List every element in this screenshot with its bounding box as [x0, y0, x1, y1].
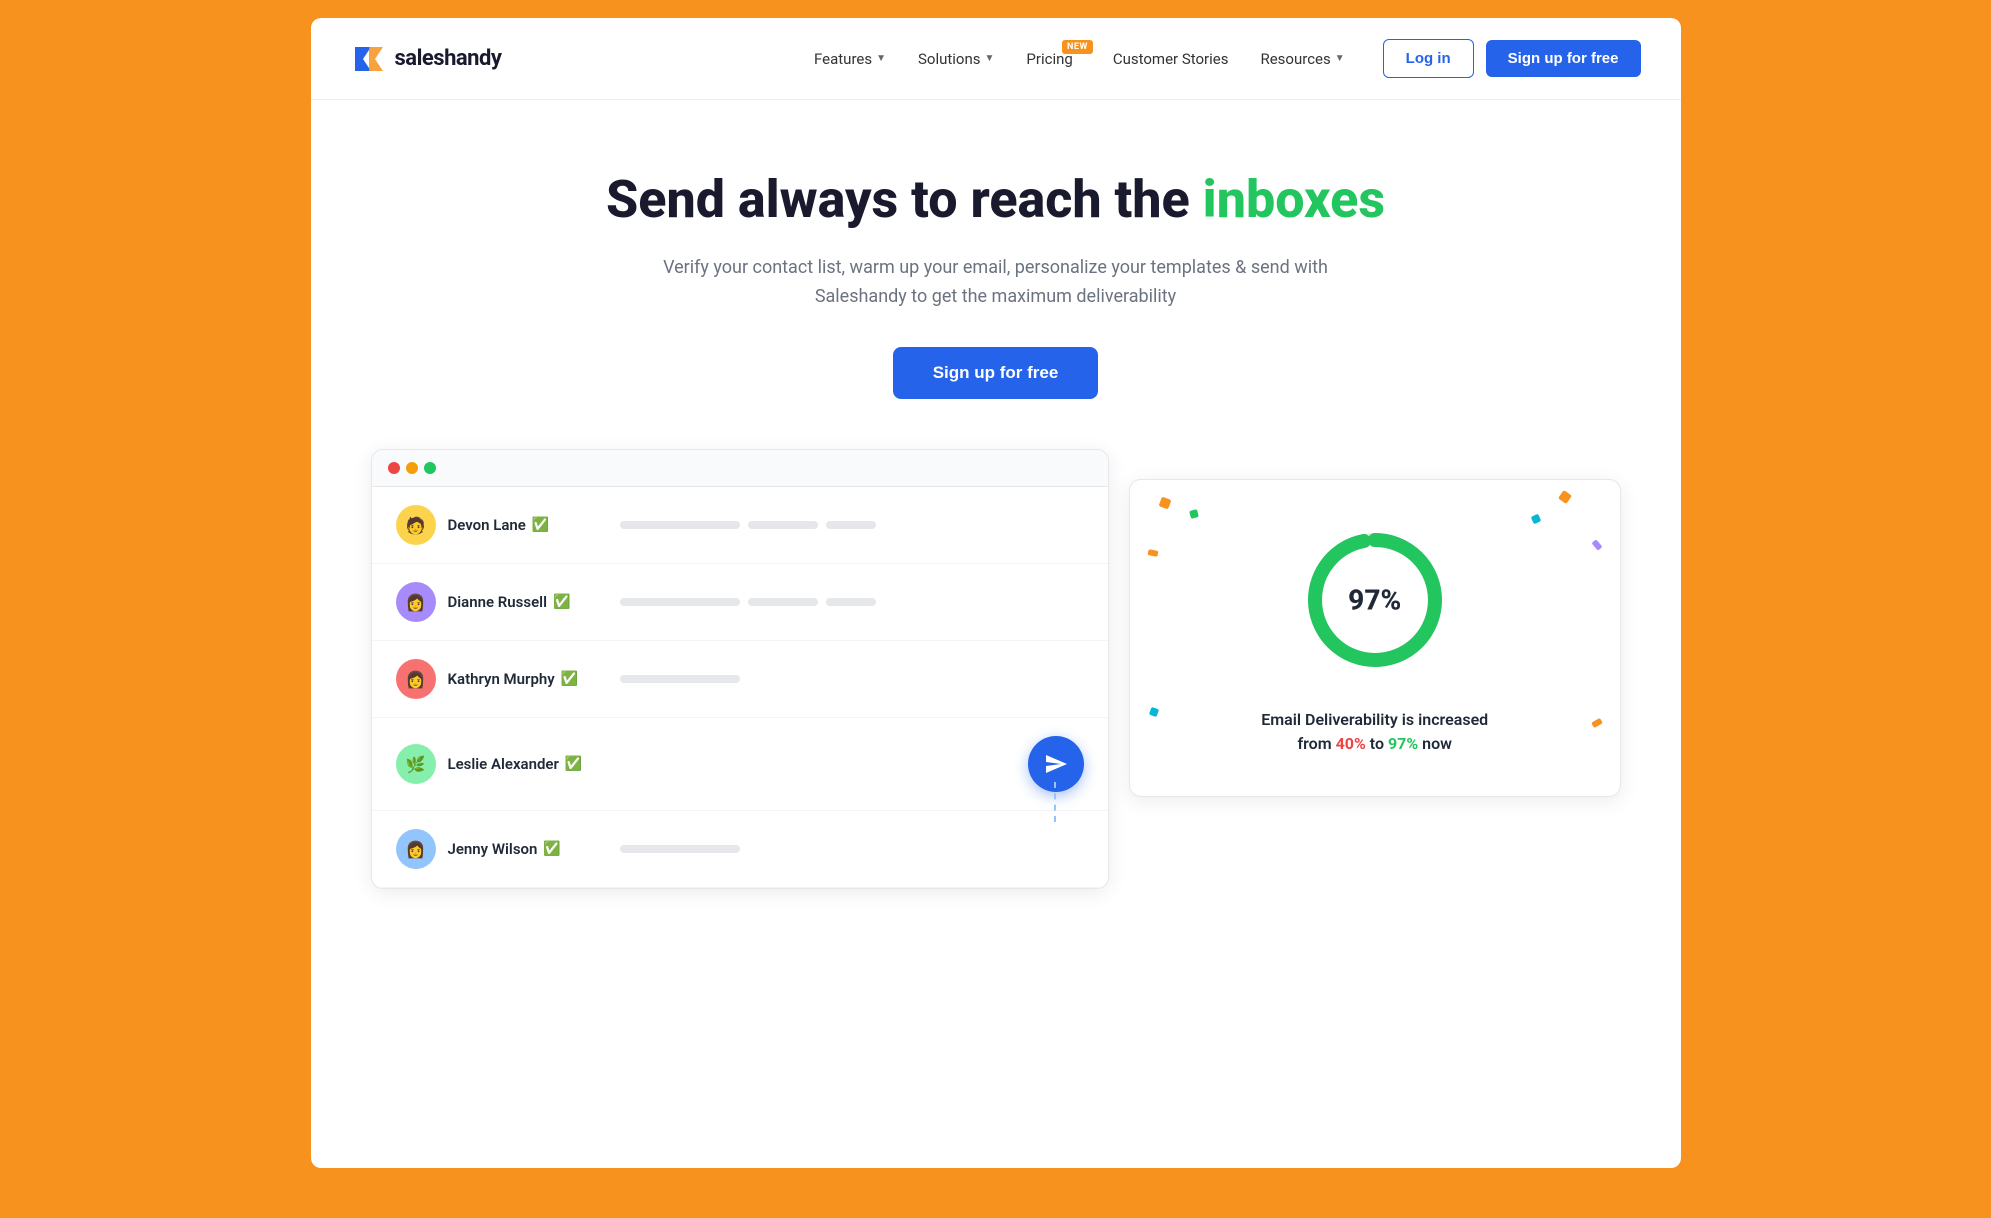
- avatar: 🧑: [396, 505, 436, 545]
- logo-text: saleshandy: [395, 46, 502, 71]
- hero-section: Send always to reach the inboxes Verify …: [311, 100, 1681, 449]
- hero-subtext: Verify your contact list, warm up your e…: [656, 254, 1336, 312]
- app-titlebar: [372, 450, 1108, 487]
- chevron-down-icon: ▼: [876, 53, 886, 64]
- titlebar-dot-red: [388, 462, 400, 474]
- to-percentage: 97%: [1388, 734, 1418, 753]
- donut-center-text: 97%: [1348, 584, 1401, 617]
- signup-button-hero[interactable]: Sign up for free: [893, 347, 1099, 399]
- verified-icon: ✅: [553, 594, 570, 610]
- contact-info-bars: [620, 521, 1084, 529]
- stats-card: 97% Email Deliverability is increased fr…: [1129, 479, 1621, 797]
- confetti: [1558, 490, 1572, 504]
- dashed-line: [1054, 782, 1056, 822]
- nav-item-features[interactable]: Features ▼: [800, 42, 900, 76]
- contact-name: Devon Lane ✅: [448, 516, 608, 534]
- logo-icon: [351, 41, 387, 77]
- nav-buttons: Log in Sign up for free: [1383, 39, 1641, 78]
- send-icon: [1044, 752, 1068, 776]
- verified-icon: ✅: [561, 671, 578, 687]
- info-bar: [748, 598, 818, 606]
- contact-name: Leslie Alexander ✅: [448, 755, 608, 773]
- contact-info-bars: [620, 736, 1084, 792]
- logo[interactable]: saleshandy: [351, 41, 502, 77]
- nav-item-solutions[interactable]: Solutions ▼: [904, 42, 1008, 76]
- avatar: 👩: [396, 829, 436, 869]
- nav-item-resources[interactable]: Resources ▼: [1246, 42, 1358, 76]
- send-fab-button[interactable]: [1028, 736, 1084, 792]
- info-bar: [620, 598, 740, 606]
- contact-row: 👩 Jenny Wilson ✅: [372, 811, 1108, 888]
- info-bar: [826, 598, 876, 606]
- contact-row: 🌿 Leslie Alexander ✅: [372, 718, 1108, 811]
- avatar: 👩: [396, 582, 436, 622]
- info-bar: [620, 521, 740, 529]
- stats-description: Email Deliverability is increased from 4…: [1261, 708, 1488, 756]
- titlebar-dot-yellow: [406, 462, 418, 474]
- confetti: [1149, 707, 1159, 717]
- new-badge: NEW: [1062, 40, 1093, 54]
- nav-item-pricing[interactable]: Pricing NEW: [1012, 42, 1094, 76]
- contact-info-bars: [620, 845, 1084, 853]
- verified-icon: ✅: [565, 756, 582, 772]
- info-bar: [620, 845, 740, 853]
- chevron-down-icon: ▼: [1335, 53, 1345, 64]
- contact-name: Jenny Wilson ✅: [448, 840, 608, 858]
- from-percentage: 40%: [1336, 734, 1366, 753]
- info-bar: [748, 521, 818, 529]
- login-button[interactable]: Log in: [1383, 39, 1474, 78]
- confetti: [1591, 540, 1602, 552]
- confetti: [1591, 718, 1603, 728]
- confetti: [1159, 497, 1172, 510]
- contact-info-bars: [620, 675, 1084, 683]
- signup-button-nav[interactable]: Sign up for free: [1486, 40, 1641, 77]
- page-wrapper: saleshandy Features ▼ Solutions ▼ Pricin…: [311, 18, 1681, 1168]
- avatar: 👩: [396, 659, 436, 699]
- confetti: [1189, 509, 1199, 519]
- navbar: saleshandy Features ▼ Solutions ▼ Pricin…: [311, 18, 1681, 100]
- avatar: 🌿: [396, 744, 436, 784]
- confetti: [1147, 550, 1158, 558]
- titlebar-dot-green: [424, 462, 436, 474]
- nav-item-customer-stories[interactable]: Customer Stories: [1099, 42, 1243, 76]
- contact-info-bars: [620, 598, 1084, 606]
- verified-icon: ✅: [543, 841, 560, 857]
- contact-row: 👩 Kathryn Murphy ✅: [372, 641, 1108, 718]
- donut-chart: 97%: [1295, 520, 1455, 680]
- send-button-container: [856, 736, 1084, 792]
- chevron-down-icon: ▼: [985, 53, 995, 64]
- contact-row: 🧑 Devon Lane ✅: [372, 487, 1108, 564]
- demo-section: 🧑 Devon Lane ✅ 👩 Dianne Russel: [311, 449, 1681, 949]
- hero-headline: Send always to reach the inboxes: [351, 170, 1641, 230]
- info-bar: [826, 521, 876, 529]
- contact-name: Kathryn Murphy ✅: [448, 670, 608, 688]
- contact-name: Dianne Russell ✅: [448, 593, 608, 611]
- contact-row: 👩 Dianne Russell ✅: [372, 564, 1108, 641]
- nav-links: Features ▼ Solutions ▼ Pricing NEW Custo…: [800, 42, 1359, 76]
- confetti: [1530, 514, 1541, 525]
- info-bar: [620, 675, 740, 683]
- verified-icon: ✅: [532, 517, 549, 533]
- contact-list: 🧑 Devon Lane ✅ 👩 Dianne Russel: [372, 487, 1108, 888]
- app-mockup: 🧑 Devon Lane ✅ 👩 Dianne Russel: [371, 449, 1109, 889]
